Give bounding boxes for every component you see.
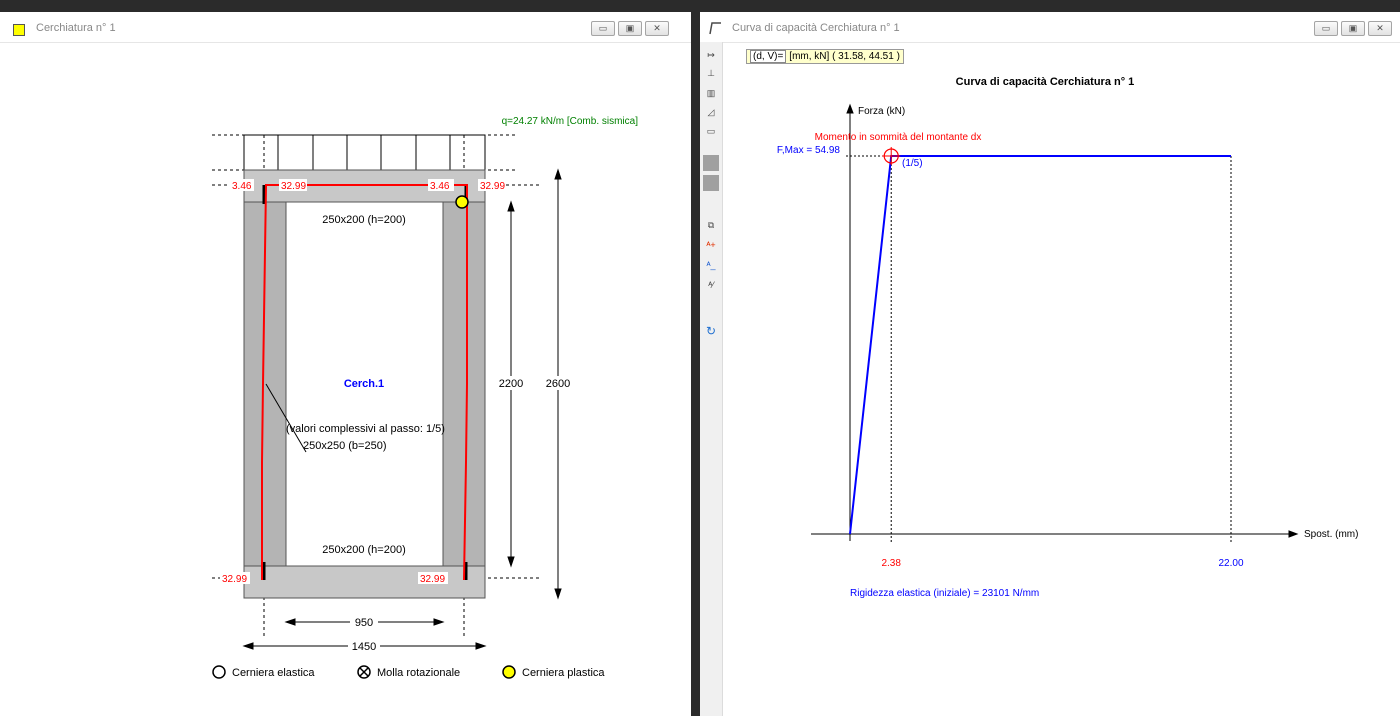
moment-label-bottom-left: 32.99 bbox=[222, 574, 247, 585]
y-axis-label: Forza (kN) bbox=[858, 106, 905, 117]
frame-window-controls: ▭ ▣ ✕ bbox=[591, 21, 669, 36]
curve-window-icon bbox=[709, 22, 721, 35]
stiffness-label: Rigidezza elastica (iniziale) = 23101 N/… bbox=[850, 588, 1039, 599]
note-line: (valori complessivi al passo: 1/5) bbox=[286, 423, 445, 435]
maximize-icon: ▣ bbox=[625, 23, 635, 33]
legend-plastic-hinge: Cerniera plastica bbox=[522, 667, 605, 679]
maximize-button[interactable]: ▣ bbox=[618, 21, 642, 36]
load-label: q=24.27 kN/m [Comb. sismica] bbox=[502, 116, 639, 127]
moment-label-top-left-b: 32.99 bbox=[281, 181, 306, 192]
bar-chart-icon[interactable]: ▥ bbox=[704, 86, 718, 100]
chart-guide-lines bbox=[846, 155, 1232, 544]
chart-annotation: Momento in sommità del montante dx bbox=[815, 132, 982, 143]
maximize-button[interactable]: ▣ bbox=[1341, 21, 1365, 36]
bottom-beam-label: 250x200 (h=200) bbox=[322, 544, 405, 556]
maximize-icon: ▣ bbox=[1348, 23, 1358, 33]
dim-inner-width: 950 bbox=[355, 617, 373, 629]
coordinate-value: [mm, kN] ( 31.58, 44.51 ) bbox=[789, 51, 900, 62]
coordinate-readout: (d, V)= [mm, kN] ( 31.58, 44.51 ) bbox=[746, 49, 904, 64]
number-format-icon[interactable]: ▭ bbox=[704, 124, 718, 138]
curve-chart-icon[interactable]: ◿ bbox=[704, 105, 718, 119]
moment-label-top-right-a: 3.46 bbox=[430, 181, 450, 192]
minimize-icon: ▭ bbox=[598, 23, 608, 33]
frame-window-titlebar: Cerchiatura n° 1 ▭ ▣ ✕ bbox=[0, 12, 691, 43]
close-button[interactable]: ✕ bbox=[645, 21, 669, 36]
chart-title: Curva di capacità Cerchiatura n° 1 bbox=[956, 76, 1135, 88]
frame-window-title: Cerchiatura n° 1 bbox=[36, 22, 116, 34]
gray-square-icon[interactable] bbox=[703, 155, 719, 171]
close-button[interactable]: ✕ bbox=[1368, 21, 1392, 36]
minimize-button[interactable]: ▭ bbox=[1314, 21, 1338, 36]
dim-total-width: 1450 bbox=[352, 641, 376, 653]
copy-icon[interactable]: ⧉ bbox=[704, 218, 718, 232]
moment-label-top-right-b: 32.99 bbox=[480, 181, 505, 192]
capacity-window-titlebar: Curva di capacità Cerchiatura n° 1 ▭ ▣ ✕ bbox=[700, 12, 1400, 43]
refresh-icon[interactable]: ↻ bbox=[704, 324, 718, 338]
text-add-icon[interactable]: ᴬ+ bbox=[704, 238, 718, 252]
x-tick-label: 2.38 bbox=[881, 558, 901, 569]
plastic-hinge-icon bbox=[502, 665, 516, 679]
load-block bbox=[243, 134, 486, 171]
rotational-spring-icon bbox=[357, 665, 371, 679]
capacity-curve-line bbox=[849, 155, 1231, 535]
axis-scale-icon[interactable]: ⊥ bbox=[704, 66, 718, 80]
dim-total-height: 2600 bbox=[546, 378, 570, 390]
legend-elastic-hinge: Cerniera elastica bbox=[232, 667, 315, 679]
capacity-curve-window: Curva di capacità Cerchiatura n° 1 ▭ ▣ ✕… bbox=[700, 12, 1400, 716]
frame-window-icon bbox=[13, 24, 25, 36]
text-edit-icon[interactable]: ᴬ⁄ bbox=[704, 278, 718, 292]
x-tick-label: 22.00 bbox=[1218, 558, 1243, 569]
moment-label-top-left-a: 3.46 bbox=[232, 181, 252, 192]
minimize-button[interactable]: ▭ bbox=[591, 21, 615, 36]
dim-inner-height: 2200 bbox=[499, 378, 523, 390]
capacity-window-controls: ▭ ▣ ✕ bbox=[1314, 21, 1392, 36]
plastic-hinge-marker bbox=[455, 195, 469, 209]
step-label: (1/5) bbox=[902, 158, 923, 169]
capacity-chart: Curva di capacità Cerchiatura n° 1 Forza… bbox=[777, 76, 1359, 599]
fmax-label: F,Max = 54.98 bbox=[777, 145, 841, 156]
moment-label-bottom-right: 32.99 bbox=[420, 574, 445, 585]
column-label: 250x250 (b=250) bbox=[303, 440, 386, 452]
legend-rotational-spring: Molla rotazionale bbox=[377, 667, 460, 679]
window-separator[interactable] bbox=[691, 0, 700, 716]
top-beam-label: 250x200 (h=200) bbox=[322, 214, 405, 226]
axis-arrows-icon[interactable]: ↦ bbox=[704, 48, 718, 62]
coordinate-key: (d, V)= bbox=[750, 50, 787, 63]
text-remove-icon[interactable]: ᴬ_ bbox=[704, 258, 718, 272]
chart-series bbox=[849, 147, 1231, 535]
gray-square-icon[interactable] bbox=[703, 175, 719, 191]
side-toolbar: ↦ ⊥ ▥ ◿ ▭ ⧉ ᴬ+ ᴬ_ ᴬ⁄ ↻ bbox=[700, 42, 723, 716]
yield-point-marker bbox=[882, 147, 901, 165]
close-icon: ✕ bbox=[1376, 23, 1384, 33]
close-icon: ✕ bbox=[653, 23, 661, 33]
bottom-beam bbox=[243, 565, 486, 599]
frame-drawing: q=24.27 kN/m [Comb. sismica] 3.46 32.99 bbox=[212, 116, 639, 679]
elastic-hinge-icon bbox=[212, 665, 226, 679]
frame-window: Cerchiatura n° 1 ▭ ▣ ✕ q=24.27 kN/m [Com… bbox=[0, 12, 691, 716]
chart-axes bbox=[811, 103, 1299, 541]
minimize-icon: ▭ bbox=[1321, 23, 1331, 33]
capacity-window-title: Curva di capacità Cerchiatura n° 1 bbox=[732, 22, 900, 34]
x-axis-label: Spost. (mm) bbox=[1304, 529, 1358, 540]
right-column bbox=[442, 201, 486, 567]
frame-name: Cerch.1 bbox=[344, 378, 384, 390]
